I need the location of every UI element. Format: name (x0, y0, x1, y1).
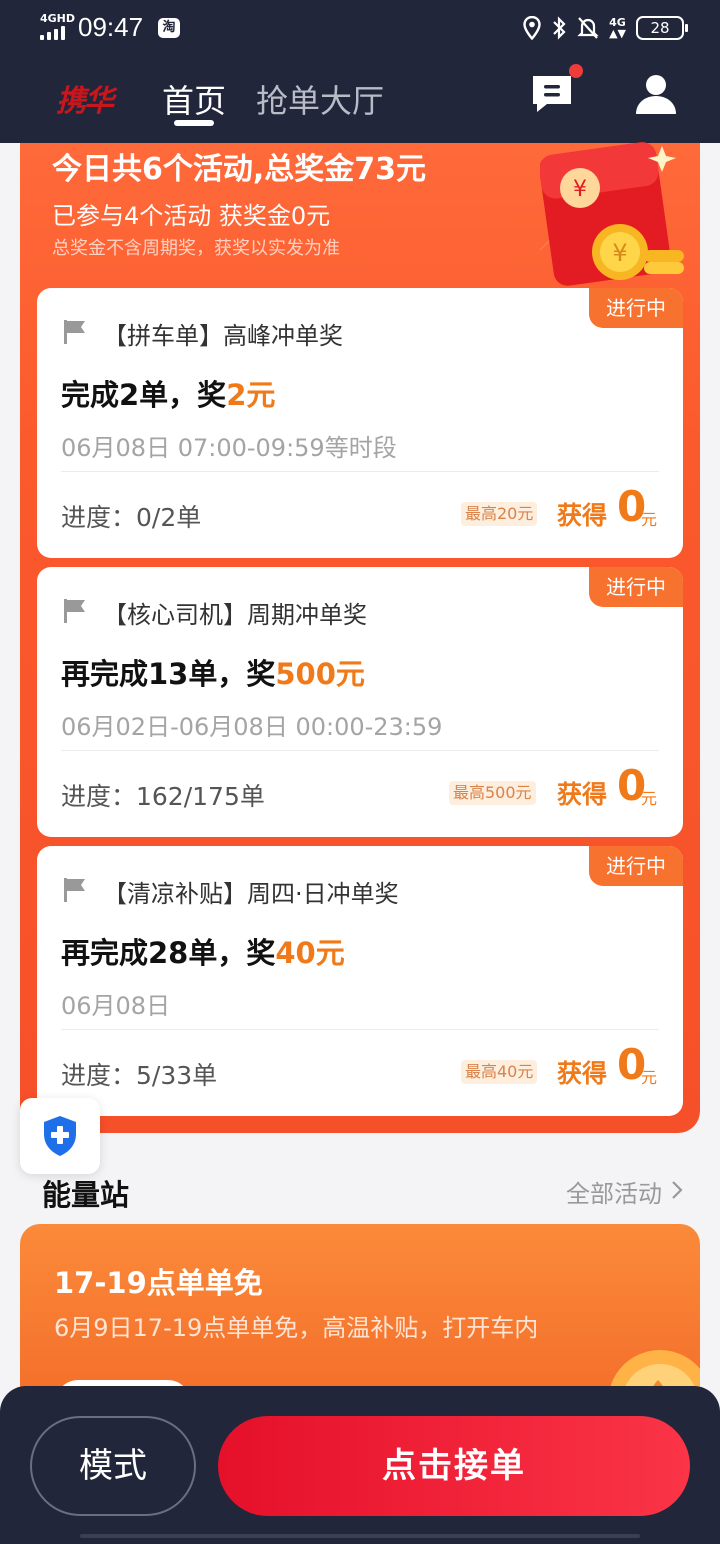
status-icons: 4G ▲▼ 28 (523, 14, 688, 42)
svg-text:¥: ¥ (612, 239, 627, 267)
safety-shield-button[interactable] (20, 1098, 100, 1174)
earned-unit: 元 (641, 1068, 658, 1087)
bluetooth-icon (553, 16, 566, 40)
flag-icon (64, 878, 85, 902)
unread-dot (569, 64, 583, 78)
activity-period: 06月08日 (61, 992, 171, 1020)
earned-label: 获得 (557, 780, 608, 809)
divider (61, 471, 659, 472)
activity-card-2[interactable]: 进行中 【核心司机】周期冲单奖 再完成13单，奖500元 06月02日-06月0… (37, 567, 683, 837)
status-time: 09:47 (78, 12, 144, 42)
earned-label: 获得 (557, 1059, 608, 1088)
status-badge: 进行中 (589, 567, 683, 607)
activity-title: 【核心司机】周期冲单奖 (103, 601, 367, 629)
activity-card-3[interactable]: 进行中 【清凉补贴】周四·日冲单奖 再完成28单，奖40元 06月08日 进度：… (37, 846, 683, 1116)
app-logo: 携华 (56, 84, 114, 119)
mute-bell-icon (577, 17, 599, 39)
accept-order-button[interactable]: 点击接单 (218, 1416, 690, 1516)
battery-indicator: 28 (636, 16, 688, 40)
promo-title: 17-19点单单免 (54, 1266, 263, 1300)
activity-card-1[interactable]: 进行中 【拼车单】高峰冲单奖 完成2单，奖2元 06月08日 07:00-09:… (37, 288, 683, 558)
all-activities-link[interactable]: 全部活动 (566, 1174, 662, 1209)
status-bar: 4GHD 09:47 淘 4G ▲▼ 28 (0, 0, 720, 56)
location-icon (523, 16, 541, 40)
taobao-app-icon: 淘 (158, 18, 180, 38)
activity-period: 06月02日-06月08日 00:00-23:59 (61, 713, 443, 741)
chevron-right-icon[interactable] (670, 1180, 684, 1200)
earned-unit: 元 (641, 789, 658, 808)
signal-icon (40, 26, 70, 40)
max-reward-tag: 最高20元 (461, 502, 538, 526)
activity-goal: 再完成28单，奖40元 (61, 936, 345, 970)
activity-progress: 进度：0/2单 (61, 503, 202, 532)
tab-order-hall[interactable]: 抢单大厅 (256, 76, 384, 122)
svg-text:¥: ¥ (573, 177, 587, 202)
status-badge: 进行中 (589, 288, 683, 328)
active-tab-indicator (174, 120, 214, 126)
mode-button[interactable]: 模式 (30, 1416, 196, 1516)
mobile-data-icon: 4G ▲▼ (609, 16, 626, 40)
divider (61, 1029, 659, 1030)
banner-note: 总奖金不含周期奖，获奖以实发为准 (52, 238, 340, 259)
goal-amount: 40元 (275, 936, 345, 970)
red-packet-icon: ¥ ¥ (540, 142, 684, 286)
activity-title: 【拼车单】高峰冲单奖 (103, 322, 343, 350)
activity-progress: 进度：162/175单 (61, 782, 265, 811)
tab-home[interactable]: 首页 (162, 76, 226, 122)
activity-progress: 进度：5/33单 (61, 1061, 218, 1090)
activity-period: 06月08日 07:00-09:59等时段 (61, 434, 397, 462)
divider (61, 750, 659, 751)
activity-title: 【清凉补贴】周四·日冲单奖 (103, 880, 399, 908)
max-reward-tag: 最高500元 (449, 781, 536, 805)
activity-goal: 再完成13单，奖500元 (61, 657, 365, 691)
activity-goal: 完成2单，奖2元 (61, 378, 276, 412)
max-reward-tag: 最高40元 (461, 1060, 538, 1084)
flag-icon (64, 320, 85, 344)
banner-title: 今日共6个活动,总奖金73元 (52, 152, 427, 187)
status-badge: 进行中 (589, 846, 683, 886)
goal-amount: 500元 (275, 657, 365, 691)
earned-unit: 元 (641, 510, 658, 529)
network-type: 4GHD (40, 12, 76, 25)
top-header: 4GHD 09:47 淘 4G ▲▼ 28 携华 首页 抢单大厅 (0, 0, 720, 143)
earned-label: 获得 (557, 501, 608, 530)
home-indicator (80, 1534, 640, 1538)
promo-description: 6月9日17-19点单单免，高温补贴，打开车内 (54, 1314, 539, 1342)
message-icon[interactable] (529, 72, 575, 116)
flag-icon (64, 599, 85, 623)
shield-icon (44, 1116, 76, 1156)
energy-station-title: 能量站 (42, 1178, 130, 1212)
banner-subtitle: 已参与4个活动 获奖金0元 (52, 202, 331, 230)
user-profile-icon[interactable] (634, 72, 678, 116)
goal-amount: 2元 (226, 378, 276, 412)
